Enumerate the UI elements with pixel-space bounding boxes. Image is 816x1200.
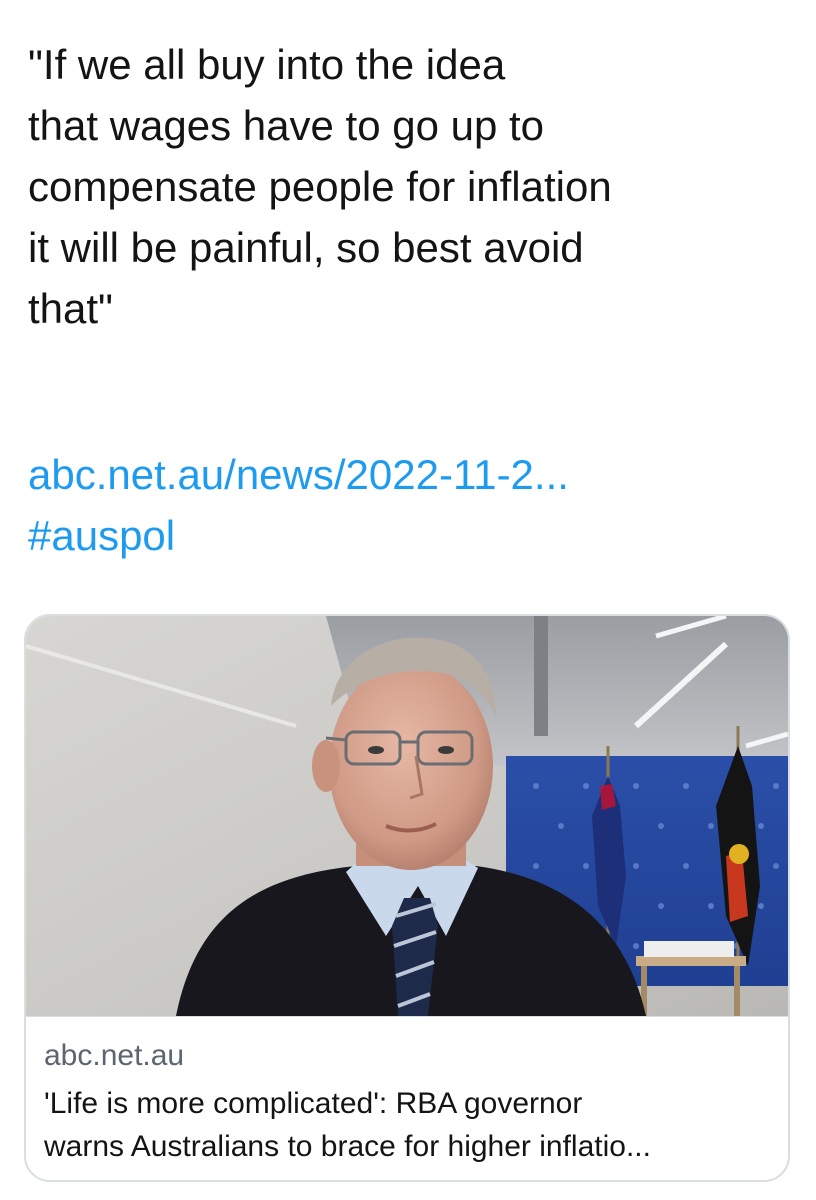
tweet-text-line: compensate people for inflation [28,163,612,210]
tweet-text: "If we all buy into the idea that wages … [28,34,798,339]
card-divider [26,1016,788,1017]
tweet-text-line: that" [28,285,113,332]
link-preview-card[interactable]: abc.net.au 'Life is more complicated': R… [24,614,790,1182]
card-image[interactable] [26,616,788,1016]
card-title-line: 'Life is more complicated': RBA governor [44,1087,583,1120]
card-title-line: warns Australians to brace for higher in… [44,1130,651,1163]
card-title[interactable]: 'Life is more complicated': RBA governor… [44,1082,774,1168]
portrait-photo [26,616,788,1016]
tweet-text-line: it will be painful, so best avoid [28,224,584,271]
tweet-links: abc.net.au/news/2022-11-2... #auspol [28,444,569,566]
article-link[interactable]: abc.net.au/news/2022-11-2... [28,444,569,505]
hashtag-link[interactable]: #auspol [28,505,569,566]
tweet-text-line: "If we all buy into the idea [28,41,506,88]
card-domain: abc.net.au [44,1039,185,1072]
tweet-text-line: that wages have to go up to [28,102,545,149]
